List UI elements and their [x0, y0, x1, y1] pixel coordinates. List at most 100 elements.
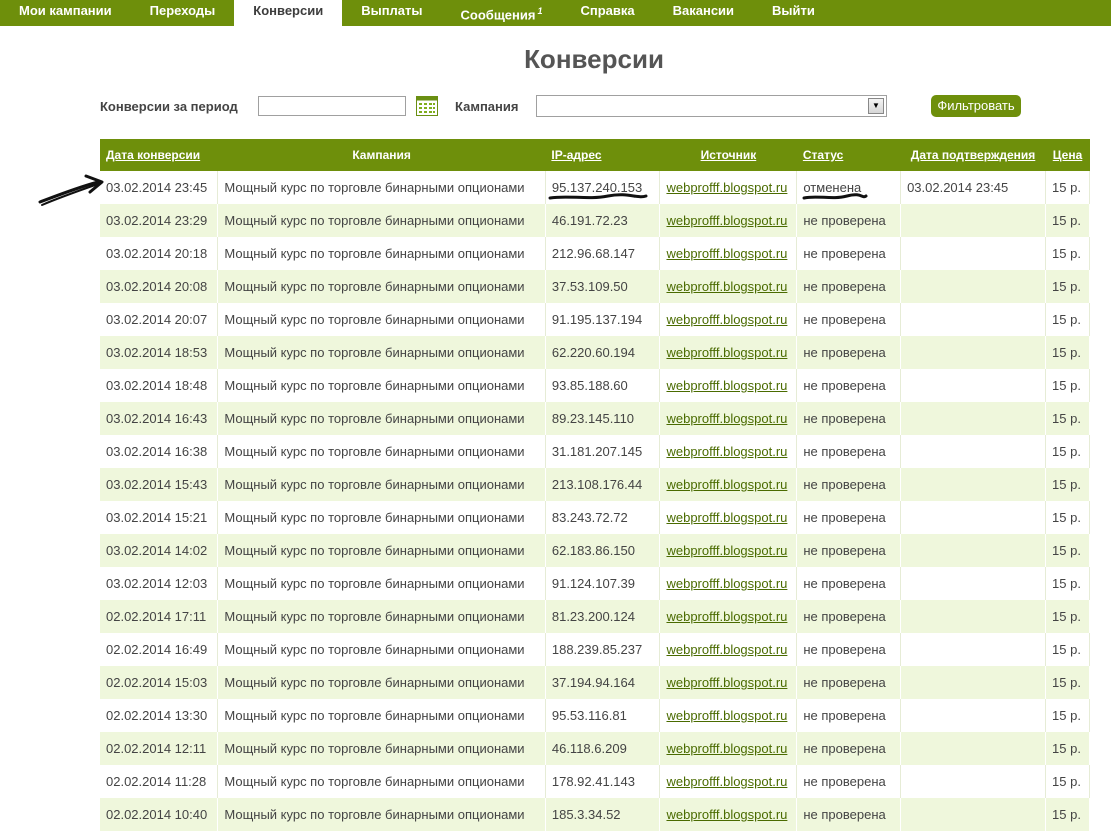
- table-row: 03.02.2014 15:43 Мощный курс по торговле …: [100, 468, 1090, 501]
- chevron-down-icon[interactable]: ▼: [868, 98, 884, 114]
- cell-source[interactable]: webprofff.blogspot.ru: [659, 336, 798, 369]
- calendar-icon[interactable]: [416, 96, 438, 116]
- table-row: 03.02.2014 16:43 Мощный курс по торговле …: [100, 402, 1090, 435]
- cell-source[interactable]: webprofff.blogspot.ru: [659, 633, 798, 666]
- table-row: 03.02.2014 16:38 Мощный курс по торговле …: [100, 435, 1090, 468]
- cell-confirm-date: [900, 435, 1047, 468]
- cell-source[interactable]: webprofff.blogspot.ru: [659, 237, 798, 270]
- table-row: 03.02.2014 20:08 Мощный курс по торговле …: [100, 270, 1090, 303]
- cell-conversion-date: 03.02.2014 18:48: [100, 369, 219, 402]
- table-row: 03.02.2014 20:18 Мощный курс по торговле …: [100, 237, 1090, 270]
- conversions-table: Дата конверсии Кампания IP-адрес Источни…: [100, 139, 1090, 831]
- cell-campaign: Мощный курс по торговле бинарными опцион…: [217, 303, 546, 336]
- campaign-select[interactable]: ▼: [536, 95, 887, 117]
- cell-price: 15 р.: [1045, 798, 1090, 831]
- cell-conversion-date: 02.02.2014 17:11: [100, 600, 219, 633]
- cell-ip: 91.124.107.39: [545, 567, 661, 600]
- cell-conversion-date: 03.02.2014 23:45: [100, 171, 219, 204]
- cell-ip: 81.23.200.124: [545, 600, 661, 633]
- nav-item-my-campaigns[interactable]: Мои кампании: [0, 0, 131, 26]
- cell-conversion-date: 03.02.2014 15:43: [100, 468, 219, 501]
- cell-ip: 62.220.60.194: [545, 336, 661, 369]
- col-campaign: Кампания: [352, 148, 411, 162]
- cell-source[interactable]: webprofff.blogspot.ru: [659, 204, 798, 237]
- cell-ip: 89.23.145.110: [545, 402, 661, 435]
- table-row: 03.02.2014 18:53 Мощный курс по торговле …: [100, 336, 1090, 369]
- cell-campaign: Мощный курс по торговле бинарными опцион…: [217, 567, 546, 600]
- cell-source[interactable]: webprofff.blogspot.ru: [659, 402, 798, 435]
- cell-status: не проверена: [796, 765, 902, 798]
- cell-campaign: Мощный курс по торговле бинарными опцион…: [217, 369, 546, 402]
- cell-conversion-date: 02.02.2014 11:28: [100, 765, 219, 798]
- col-status[interactable]: Статус: [797, 139, 901, 171]
- nav-item-messages-label: Сообщения: [460, 7, 536, 23]
- cell-status: не проверена: [796, 468, 902, 501]
- cell-source[interactable]: webprofff.blogspot.ru: [659, 534, 798, 567]
- cell-confirm-date: [900, 468, 1047, 501]
- cell-confirm-date: [900, 204, 1047, 237]
- nav-item-messages[interactable]: Сообщения 1: [442, 0, 562, 26]
- cell-price: 15 р.: [1045, 633, 1090, 666]
- cell-source[interactable]: webprofff.blogspot.ru: [659, 699, 798, 732]
- cell-source[interactable]: webprofff.blogspot.ru: [659, 765, 798, 798]
- cell-price: 15 р.: [1045, 171, 1090, 204]
- period-input[interactable]: [258, 96, 406, 116]
- nav-item-help[interactable]: Справка: [561, 0, 653, 26]
- cell-campaign: Мощный курс по торговле бинарными опцион…: [217, 336, 546, 369]
- table-row: 02.02.2014 16:49 Мощный курс по торговле …: [100, 633, 1090, 666]
- nav-item-vacancies[interactable]: Вакансии: [654, 0, 753, 26]
- col-source[interactable]: Источник: [660, 139, 797, 171]
- cell-source[interactable]: webprofff.blogspot.ru: [659, 501, 798, 534]
- arrow-annotation: [38, 174, 104, 206]
- table-row: 03.02.2014 23:29 Мощный курс по торговле …: [100, 204, 1090, 237]
- cell-ip: 37.53.109.50: [545, 270, 661, 303]
- cell-conversion-date: 03.02.2014 20:07: [100, 303, 219, 336]
- cell-price: 15 р.: [1045, 666, 1090, 699]
- col-conversion-date[interactable]: Дата конверсии: [100, 139, 218, 171]
- cell-source[interactable]: webprofff.blogspot.ru: [659, 171, 798, 204]
- cell-status: не проверена: [796, 798, 902, 831]
- cell-confirm-date: [900, 303, 1047, 336]
- cell-conversion-date: 02.02.2014 15:03: [100, 666, 219, 699]
- cell-source[interactable]: webprofff.blogspot.ru: [659, 468, 798, 501]
- cell-status: не проверена: [796, 402, 902, 435]
- cell-price: 15 р.: [1045, 303, 1090, 336]
- cell-source[interactable]: webprofff.blogspot.ru: [659, 369, 798, 402]
- cell-confirm-date: 03.02.2014 23:45: [900, 171, 1047, 204]
- nav-item-conversions[interactable]: Конверсии: [234, 0, 343, 26]
- col-confirm-date[interactable]: Дата подтверждения: [901, 139, 1046, 171]
- cell-status: не проверена: [796, 567, 902, 600]
- cell-status: не проверена: [796, 699, 902, 732]
- col-price[interactable]: Цена: [1046, 139, 1090, 171]
- cell-source[interactable]: webprofff.blogspot.ru: [659, 666, 798, 699]
- nav-item-logout[interactable]: Выйти: [753, 0, 834, 26]
- top-nav: Мои кампании Переходы Конверсии Выплаты …: [0, 0, 1111, 26]
- cell-campaign: Мощный курс по торговле бинарными опцион…: [217, 534, 546, 567]
- cell-source[interactable]: webprofff.blogspot.ru: [659, 303, 798, 336]
- cell-source[interactable]: webprofff.blogspot.ru: [659, 600, 798, 633]
- cell-campaign: Мощный курс по торговле бинарными опцион…: [217, 765, 546, 798]
- cell-status: не проверена: [796, 534, 902, 567]
- cell-source[interactable]: webprofff.blogspot.ru: [659, 798, 798, 831]
- cell-conversion-date: 03.02.2014 12:03: [100, 567, 219, 600]
- cell-source[interactable]: webprofff.blogspot.ru: [659, 567, 798, 600]
- table-row: 03.02.2014 12:03 Мощный курс по торговле …: [100, 567, 1090, 600]
- nav-item-payouts[interactable]: Выплаты: [342, 0, 441, 26]
- col-ip[interactable]: IP-адрес: [545, 139, 660, 171]
- table-body: 03.02.2014 23:45 Мощный курс по торговле …: [100, 171, 1090, 831]
- cell-price: 15 р.: [1045, 336, 1090, 369]
- cell-price: 15 р.: [1045, 501, 1090, 534]
- cell-conversion-date: 02.02.2014 16:49: [100, 633, 219, 666]
- nav-item-clicks[interactable]: Переходы: [131, 0, 235, 26]
- cell-status: не проверена: [796, 204, 902, 237]
- table-row: 02.02.2014 17:11 Мощный курс по торговле …: [100, 600, 1090, 633]
- cell-source[interactable]: webprofff.blogspot.ru: [659, 435, 798, 468]
- filter-button[interactable]: Фильтровать: [931, 95, 1021, 117]
- table-row: 02.02.2014 13:30 Мощный курс по торговле …: [100, 699, 1090, 732]
- cell-ip: 83.243.72.72: [545, 501, 661, 534]
- cell-campaign: Мощный курс по торговле бинарными опцион…: [217, 171, 546, 204]
- cell-source[interactable]: webprofff.blogspot.ru: [659, 270, 798, 303]
- table-row: 03.02.2014 14:02 Мощный курс по торговле …: [100, 534, 1090, 567]
- cell-status: не проверена: [796, 303, 902, 336]
- cell-source[interactable]: webprofff.blogspot.ru: [659, 732, 798, 765]
